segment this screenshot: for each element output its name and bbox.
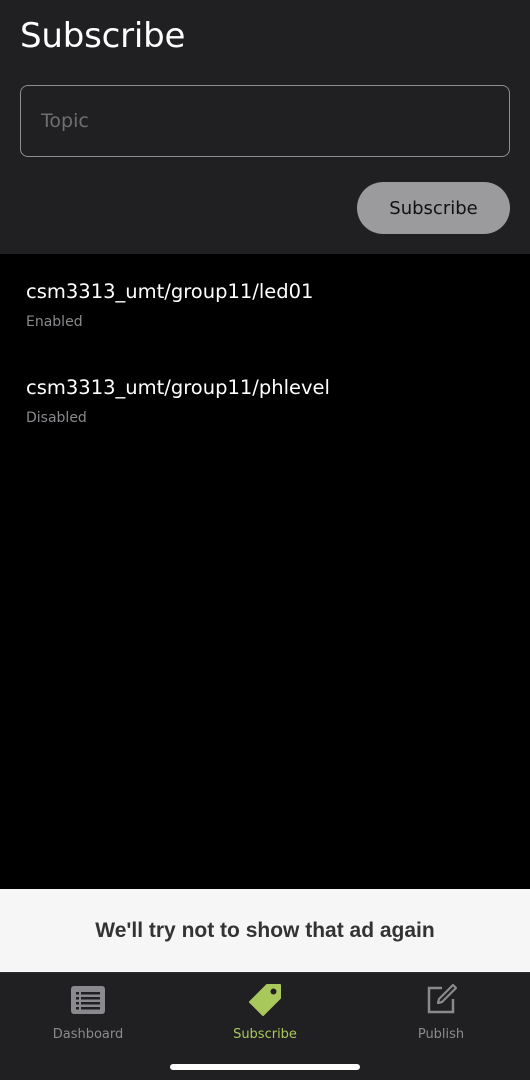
topic-field[interactable] [20, 85, 510, 157]
list-icon [68, 981, 108, 1019]
list-item[interactable]: csm3313_umt/group11/led01 Enabled [26, 280, 506, 360]
tab-dashboard[interactable]: Dashboard [23, 981, 153, 1045]
tab-publish[interactable]: Publish [376, 981, 506, 1045]
subscription-topic: csm3313_umt/group11/led01 [26, 280, 314, 303]
tab-label: Subscribe [233, 1027, 297, 1042]
page-title: Subscribe [20, 16, 186, 56]
subscribe-screen: Subscribe Subscribe csm3313_umt/group11/… [0, 0, 530, 1080]
subscription-status: Disabled [26, 410, 87, 426]
topic-input[interactable] [41, 86, 491, 156]
tab-subscribe[interactable]: Subscribe [200, 981, 330, 1045]
subscribe-button[interactable]: Subscribe [357, 182, 510, 234]
ad-feedback-text: We'll try not to show that ad again [95, 918, 435, 942]
list-item[interactable]: csm3313_umt/group11/phlevel Disabled [26, 376, 506, 456]
home-indicator[interactable] [170, 1064, 360, 1070]
subscription-status: Enabled [26, 314, 83, 330]
tag-icon [245, 981, 285, 1019]
header: Subscribe Subscribe [0, 0, 530, 254]
tab-label: Publish [417, 1027, 465, 1042]
subscription-topic: csm3313_umt/group11/phlevel [26, 376, 330, 399]
edit-icon [421, 981, 461, 1019]
ad-feedback-banner: We'll try not to show that ad again [0, 889, 530, 972]
tab-label: Dashboard [52, 1027, 124, 1042]
